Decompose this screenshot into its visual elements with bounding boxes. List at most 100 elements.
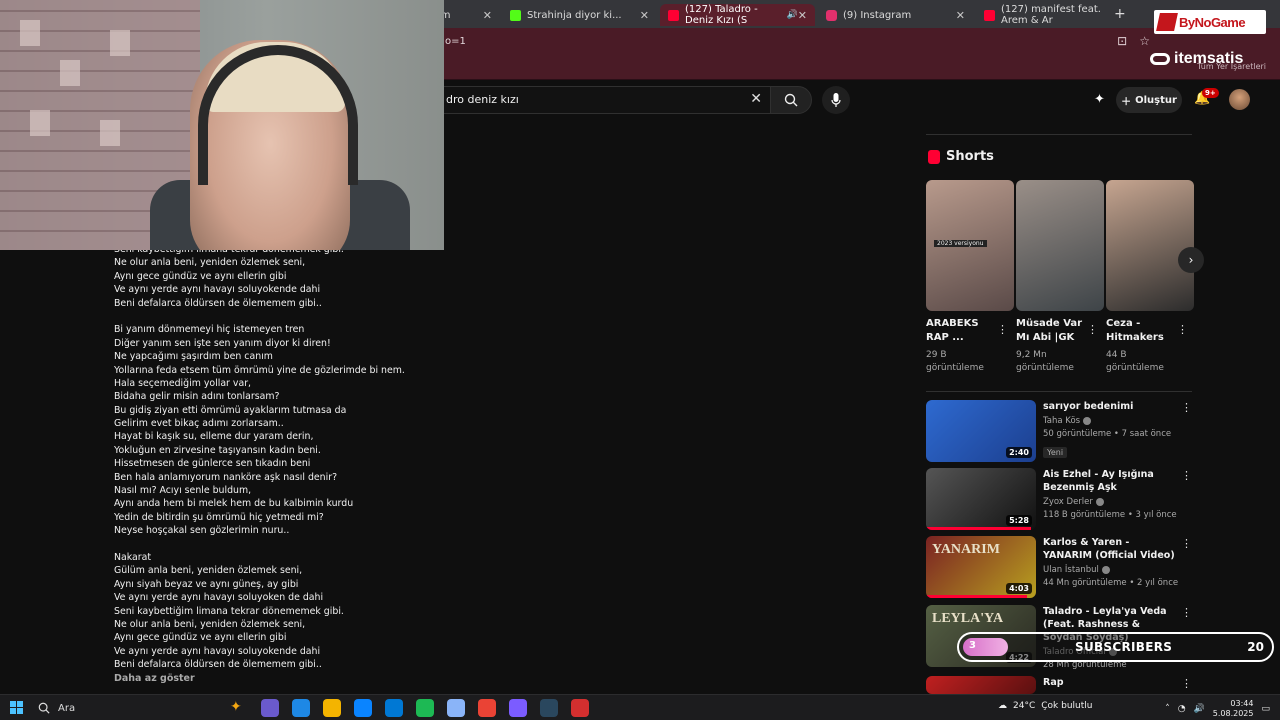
more-options-icon[interactable]: ⋮ <box>1181 677 1192 690</box>
itemsatis-logo: itemsatis <box>1150 50 1243 68</box>
voice-search-button[interactable] <box>822 86 850 114</box>
search-button[interactable] <box>770 86 812 114</box>
start-button[interactable] <box>10 701 23 714</box>
taskbar-app-icon[interactable] <box>323 699 341 717</box>
channel-name[interactable]: Taha Kös <box>1043 416 1080 426</box>
install-icon[interactable]: ⊡ <box>1117 34 1127 48</box>
avatar[interactable] <box>1229 89 1250 110</box>
taskbar-search-placeholder: Ara <box>58 702 76 714</box>
more-options-icon[interactable]: ⋮ <box>1181 401 1192 414</box>
taskbar-app-icon[interactable] <box>447 699 465 717</box>
search-input[interactable]: dro deniz kızı ✕ <box>430 86 770 114</box>
lyric-line: Nakarat <box>114 551 152 563</box>
video-thumbnail[interactable] <box>926 676 1036 694</box>
close-icon[interactable]: ✕ <box>483 9 492 22</box>
channel-name[interactable]: Ulan İstanbul <box>1043 565 1099 575</box>
lyric-line: Bi yanım dönmemeyi hiç istemeyen tren <box>114 324 305 336</box>
address-bar-icons: ⊡ ☆ <box>1117 34 1150 48</box>
more-options-icon[interactable]: ⋮ <box>1181 606 1192 619</box>
lyric-line: Ve aynı yerde aynı havayı soluyokende da… <box>114 645 321 657</box>
wifi-icon[interactable]: ◔ <box>1178 704 1186 714</box>
taskbar-app-icon[interactable] <box>571 699 589 717</box>
more-options-icon[interactable]: ⋮ <box>1087 323 1098 336</box>
video-thumbnail[interactable]: 2:40 <box>926 400 1036 462</box>
taskbar-app-icon[interactable] <box>416 699 434 717</box>
new-tab-button[interactable]: + <box>1114 6 1126 22</box>
browser-tab-2[interactable]: Strahinja diyor ki... ✕ <box>502 4 657 26</box>
more-options-icon[interactable]: ⋮ <box>1177 323 1188 336</box>
bookmark-star-icon[interactable]: ☆ <box>1139 34 1150 48</box>
webcam-poster <box>20 20 40 46</box>
taskbar-app-icon[interactable] <box>261 699 279 717</box>
short-title[interactable]: ARABEKS RAP ... <box>926 317 998 345</box>
video-title[interactable]: Ais Ezhel - Ay Işığına Bezenmiş Aşk <box>1043 468 1179 494</box>
bynogame-logo: ByNoGame <box>1154 10 1266 34</box>
short-thumbnail[interactable]: 2023 versiyonu <box>926 180 1014 311</box>
lyric-line: Aynı gece gündüz ve aynı ellerin gibi <box>114 270 287 282</box>
video-channel[interactable]: Zyox Derler <box>1043 497 1179 508</box>
chevron-up-icon[interactable]: ˄ <box>1165 704 1170 714</box>
video-list-item[interactable]: 2:40 sarıyor bedenimi Taha Kös 50 görüntüle… <box>926 400 1192 462</box>
create-button[interactable]: ＋ Oluştur <box>1116 87 1182 113</box>
video-meta: 50 görüntüleme • 7 saat önce <box>1043 429 1172 439</box>
short-title[interactable]: Ceza - Hitmakers ... <box>1106 317 1178 345</box>
close-icon[interactable]: ✕ <box>798 9 807 22</box>
premium-icon[interactable]: ✦ <box>1094 92 1105 107</box>
short-thumbnail[interactable] <box>1106 180 1194 311</box>
taskbar-search[interactable]: Ara <box>38 699 218 717</box>
more-options-icon[interactable]: ⋮ <box>997 323 1008 336</box>
taskbar-app-icon[interactable] <box>509 699 527 717</box>
lyric-line: Ve aynı yerde aynı havayı soluyokende da… <box>114 284 321 296</box>
clock[interactable]: 03:44 5.08.2025 <box>1213 699 1254 719</box>
more-options-icon[interactable]: ⋮ <box>1181 469 1192 482</box>
video-list-item[interactable]: YANARIM 4:03 Karlos & Yaren - YANARIM (Off… <box>926 536 1192 598</box>
short-title[interactable]: Müsade Var Mı Abi |GK ... <box>1016 317 1088 345</box>
browser-tab-5[interactable]: (127) manifest feat. Arem & Ar <box>976 4 1111 26</box>
short-card[interactable]: 2023 versiyonu ARABEKS RAP ... 29 B görünt… <box>926 180 1014 375</box>
webcam-poster <box>100 120 120 146</box>
close-icon[interactable]: ✕ <box>956 9 965 22</box>
browser-tab-3-active[interactable]: (127) Taladro - Deniz Kızı (S 🔊 ✕ <box>660 4 815 26</box>
short-thumbnail[interactable] <box>1016 180 1104 311</box>
weather-widget[interactable]: ☁ 24°C Çok bulutlu <box>998 701 1092 711</box>
video-title[interactable]: sarıyor bedenimi <box>1043 400 1179 413</box>
taskbar-app-icon[interactable] <box>478 699 496 717</box>
taskbar-app-icon[interactable] <box>292 699 310 717</box>
video-list-item[interactable]: Rap ⋮ <box>926 676 1192 694</box>
shorts-next-button[interactable]: › <box>1178 247 1204 273</box>
volume-icon[interactable]: 🔊 <box>1194 704 1205 714</box>
subscriber-goal-label: SUBSCRIBERS <box>1075 640 1173 654</box>
video-thumbnail[interactable]: YANARIM 4:03 <box>926 536 1036 598</box>
video-info: Ais Ezhel - Ay Işığına Bezenmiş Aşk Zyox … <box>1043 468 1179 521</box>
short-card[interactable]: Müsade Var Mı Abi |GK ... 9,2 Mn görüntül… <box>1016 180 1104 375</box>
short-card[interactable]: Ceza - Hitmakers ... 44 B görüntüleme ⋮ <box>1106 180 1194 375</box>
video-list-item[interactable]: 5:28 Ais Ezhel - Ay Işığına Bezenmiş Aşk Z… <box>926 468 1192 530</box>
chevron-right-icon: › <box>1188 253 1194 267</box>
youtube-icon <box>668 9 679 21</box>
cloud-icon: ☁ <box>998 701 1007 711</box>
taskbar-app-icon[interactable] <box>385 699 403 717</box>
more-options-icon[interactable]: ⋮ <box>1181 537 1192 550</box>
browser-tab-4[interactable]: (9) Instagram ✕ <box>818 4 973 26</box>
instagram-icon <box>826 9 837 21</box>
clear-search-icon[interactable]: ✕ <box>750 91 762 107</box>
show-less-button[interactable]: Daha az göster <box>114 673 195 684</box>
close-icon[interactable]: ✕ <box>640 9 649 22</box>
speaker-icon[interactable]: 🔊 <box>787 10 798 20</box>
video-description-lyrics: Seni kaybettiğim limana tekrar dönememek… <box>114 243 414 672</box>
taskbar-app-icon[interactable] <box>540 699 558 717</box>
notification-center-icon[interactable]: ▭ <box>1261 704 1270 714</box>
video-thumbnail[interactable]: 5:28 <box>926 468 1036 530</box>
channel-name[interactable]: Zyox Derler <box>1043 497 1093 507</box>
divider <box>926 134 1192 135</box>
taskbar-app-icon[interactable] <box>354 699 372 717</box>
bynogame-mark-icon <box>1156 13 1178 31</box>
youtube-icon <box>984 9 995 21</box>
video-title[interactable]: Rap <box>1043 676 1179 689</box>
short-views: 29 B görüntüleme <box>926 350 984 373</box>
video-title[interactable]: Karlos & Yaren - YANARIM (Official Video… <box>1043 536 1179 562</box>
taskbar-app-icon[interactable]: ✦ <box>230 699 248 717</box>
address-field[interactable]: o=1 <box>445 33 466 51</box>
video-channel[interactable]: Taha Kös <box>1043 416 1179 427</box>
video-channel[interactable]: Ulan İstanbul <box>1043 565 1179 576</box>
